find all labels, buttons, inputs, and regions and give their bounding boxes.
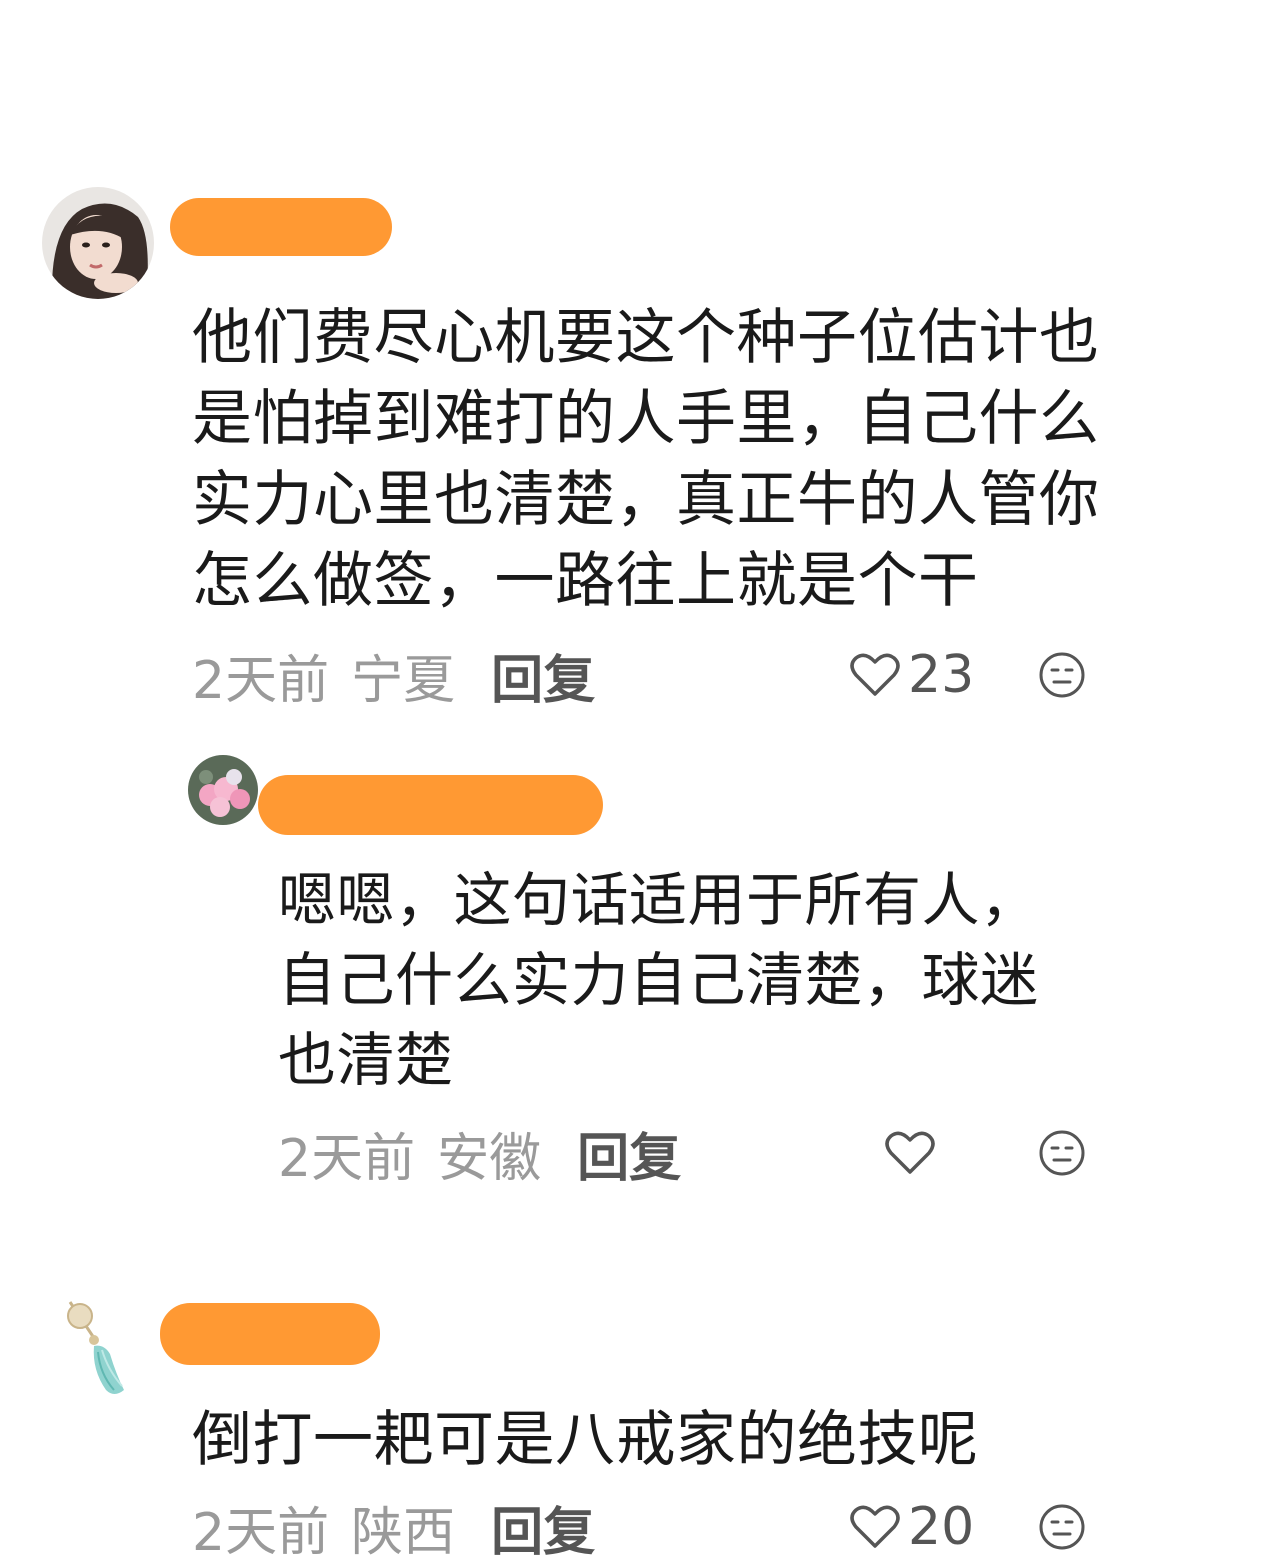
emoji-reaction-button[interactable] (1038, 651, 1086, 699)
comment-meta: 2天前 陕西 回复 (192, 1490, 595, 1565)
comment-time: 2天前 (192, 1502, 330, 1563)
neutral-face-icon (1039, 1504, 1085, 1550)
neutral-face-icon (1039, 652, 1085, 698)
reply-button[interactable]: 回复 (491, 1490, 595, 1565)
comment-text: 倒打一耙可是八戒家的绝技呢 (192, 1405, 979, 1475)
emoji-reaction-button[interactable] (1038, 1129, 1086, 1177)
comment-meta: 2天前 安徽 回复 (278, 1116, 681, 1191)
like-button[interactable] (885, 1118, 943, 1188)
like-count: 23 (908, 645, 975, 705)
comment-meta: 2天前 宁夏 回复 (192, 638, 595, 713)
heart-outline-icon (885, 1131, 935, 1174)
comment-location: 陕西 (351, 1502, 456, 1563)
like-button[interactable]: 20 (850, 1492, 974, 1562)
comment-text: 他们费尽心机要这个种子位估计也是怕掉到难打的人手里，自己什么实力心里也清楚，真正… (192, 303, 1100, 616)
emoji-reaction-button[interactable] (1038, 1503, 1086, 1551)
username-redacted[interactable] (160, 1303, 380, 1365)
neutral-face-icon (1039, 1130, 1085, 1176)
comment-location: 安徽 (437, 1128, 542, 1189)
avatar[interactable] (188, 755, 258, 825)
comment-time: 2天前 (278, 1128, 416, 1189)
reply-text: 嗯嗯，这句话适用于所有人，自己什么实力自己清楚，球迷也清楚 (278, 866, 1039, 1094)
heart-outline-icon (850, 653, 900, 696)
avatar[interactable] (42, 187, 154, 299)
username-redacted[interactable] (170, 198, 392, 256)
username-redacted[interactable] (258, 775, 603, 835)
like-button[interactable]: 23 (850, 640, 974, 710)
avatar[interactable] (48, 1290, 160, 1402)
reply-button[interactable]: 回复 (577, 1116, 681, 1191)
like-count: 20 (908, 1497, 975, 1557)
comment-time: 2天前 (192, 650, 330, 711)
reply-button[interactable]: 回复 (491, 638, 595, 713)
heart-outline-icon (850, 1505, 900, 1548)
comment-location: 宁夏 (351, 650, 456, 711)
